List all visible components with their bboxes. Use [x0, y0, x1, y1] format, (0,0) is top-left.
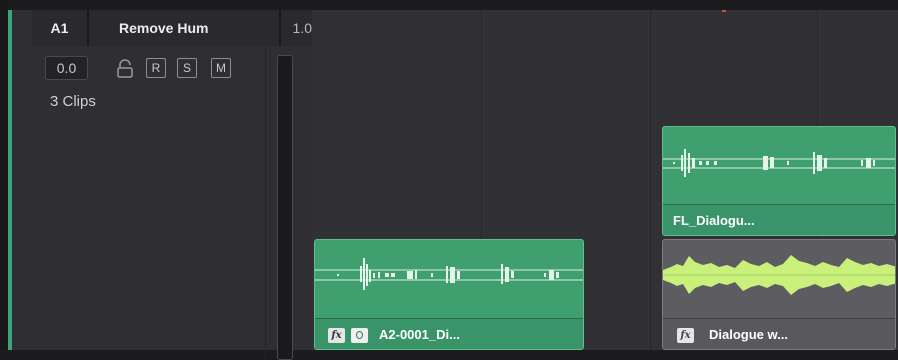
- playhead-marker: [722, 10, 726, 12]
- clip-name: FL_Dialogu...: [673, 213, 755, 228]
- track-header: A1 Remove Hum 1.0 0.0 R S M 3 Clips: [12, 10, 312, 360]
- timeline[interactable]: fx A2-0001_Di... FL_Dialogu... fx Dialog…: [312, 10, 898, 350]
- clip-waveform: [315, 258, 583, 290]
- grid-line: [650, 10, 651, 350]
- record-arm-button[interactable]: R: [146, 58, 166, 78]
- clip-waveform: [663, 255, 895, 295]
- audio-clip[interactable]: FL_Dialogu...: [662, 126, 896, 236]
- audio-clip[interactable]: fx Dialogue w...: [662, 239, 896, 350]
- window-edge: [0, 0, 8, 350]
- lock-icon[interactable]: [114, 58, 136, 80]
- track-level: 1.0: [292, 20, 312, 36]
- audio-level-meter: [277, 55, 293, 360]
- volume-field[interactable]: 0.0: [45, 56, 88, 80]
- clip-waveform: [663, 149, 895, 177]
- solo-button[interactable]: S: [177, 58, 197, 78]
- clip-name: A2-0001_Di...: [379, 327, 460, 342]
- audio-clip[interactable]: fx A2-0001_Di...: [314, 239, 584, 350]
- clip-count: 3 Clips: [50, 93, 96, 110]
- mute-button[interactable]: M: [211, 58, 231, 78]
- meter-divider: [265, 46, 266, 360]
- clip-label-bar: FL_Dialogu...: [663, 204, 895, 235]
- fx-icon[interactable]: fx: [328, 328, 345, 343]
- clip-label-bar: fx Dialogue w...: [663, 318, 895, 349]
- track-header-row: A1 Remove Hum 1.0: [32, 10, 312, 46]
- preset-icon[interactable]: [351, 328, 368, 343]
- track-name[interactable]: Remove Hum: [89, 10, 279, 46]
- clip-name: Dialogue w...: [709, 327, 788, 342]
- clip-label-bar: fx A2-0001_Di...: [315, 318, 583, 349]
- fx-icon[interactable]: fx: [677, 328, 694, 343]
- track-id[interactable]: A1: [32, 10, 87, 46]
